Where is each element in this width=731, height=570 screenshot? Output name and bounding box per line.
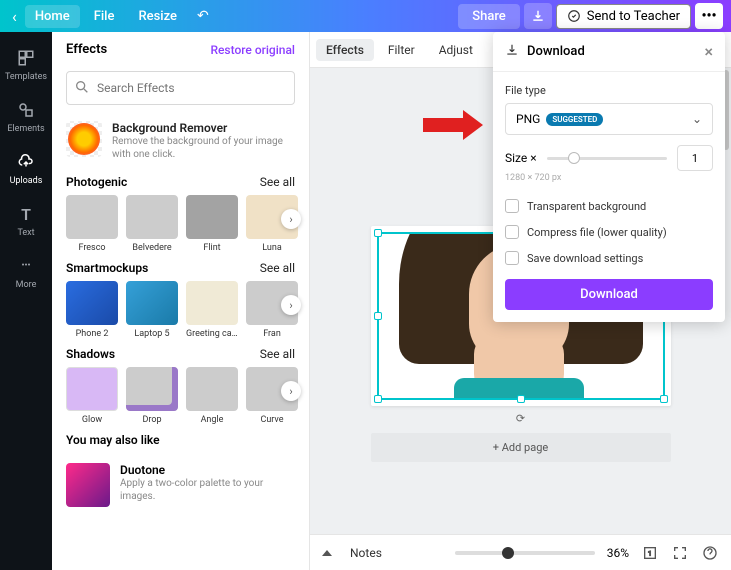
tab-filter[interactable]: Filter [378,39,425,61]
bgremover-thumb [66,121,102,157]
canvas-area: Effects Filter Adjust Cr ⟳ [310,32,731,570]
filetype-value: PNG [516,112,540,126]
scroll-right-icon[interactable]: › [281,209,301,229]
zoom-value: 36% [607,546,629,560]
file-button[interactable]: File [84,5,125,28]
back-icon[interactable]: ‹ [8,7,21,26]
rotate-icon[interactable]: ⟳ [371,412,671,425]
grid-view-icon[interactable]: 1 [641,545,659,561]
tab-effects[interactable]: Effects [316,39,374,61]
transparent-checkbox[interactable]: Transparent background [505,193,713,219]
download-button[interactable]: Download [505,279,713,310]
effect-item[interactable]: Flint [186,195,238,253]
save-settings-checkbox[interactable]: Save download settings [505,245,713,271]
shadows-title: Shadows [66,347,115,361]
send-to-teacher-button[interactable]: Send to Teacher [556,4,691,29]
restore-original-link[interactable]: Restore original [210,43,295,57]
shadow-item[interactable]: Angle [186,367,238,425]
notes-button[interactable]: Notes [350,546,382,560]
rail-more[interactable]: •••More [0,248,52,298]
uploads-icon [16,152,36,172]
shadow-item[interactable]: Drop [126,367,178,425]
youmay-title: You may also like [66,433,160,447]
smartmockups-seeall[interactable]: See all [260,261,295,275]
rail-elements[interactable]: Elements [0,92,52,142]
rail-uploads[interactable]: Uploads [0,144,52,194]
add-page-button[interactable]: + Add page [371,433,671,462]
more-icon: ••• [16,256,36,276]
fullscreen-icon[interactable] [671,545,689,561]
suggested-badge: SUGGESTED [546,113,603,126]
shadow-item[interactable]: Glow [66,367,118,425]
search-icon [74,79,90,99]
shadows-seeall[interactable]: See all [260,347,295,361]
photogenic-seeall[interactable]: See all [260,175,295,189]
duotone-title: Duotone [120,463,295,477]
help-icon[interactable] [701,545,719,561]
compress-checkbox[interactable]: Compress file (lower quality) [505,219,713,245]
home-button[interactable]: Home [25,5,80,28]
effects-panel: Effects Restore original Background Remo… [52,32,310,570]
close-icon[interactable]: × [704,42,713,61]
size-input[interactable]: 1 [677,145,713,171]
size-label: Size × [505,151,537,165]
notes-toggle-icon[interactable] [322,550,332,556]
rail-text[interactable]: TText [0,196,52,246]
mockup-item[interactable]: Greeting car... [186,281,238,339]
download-panel: Download × File type PNG SUGGESTED ⌄ Siz… [493,32,725,322]
annotation-arrow [423,110,483,140]
tab-adjust[interactable]: Adjust [429,39,483,61]
photogenic-title: Photogenic [66,175,127,189]
mockup-item[interactable]: Laptop 5 [126,281,178,339]
chevron-down-icon: ⌄ [692,112,702,126]
text-icon: T [16,204,36,224]
download-icon [505,43,519,61]
download-icon[interactable] [524,3,552,29]
filetype-label: File type [505,84,713,97]
side-rail: Templates Elements Uploads TText •••More [0,32,52,570]
zoom-slider[interactable] [455,551,595,555]
bgremover-sub: Remove the background of your image with… [112,135,295,161]
filetype-select[interactable]: PNG SUGGESTED ⌄ [505,103,713,135]
duotone-sub: Apply a two-color palette to your images… [120,477,295,503]
elements-icon [16,100,36,120]
scroll-right-icon[interactable]: › [281,295,301,315]
size-slider[interactable] [547,157,667,160]
scroll-right-icon[interactable]: › [281,381,301,401]
search-input[interactable] [66,71,295,105]
rail-templates[interactable]: Templates [0,40,52,90]
svg-text:1: 1 [648,549,652,557]
background-remover[interactable]: Background Remover Remove the background… [52,115,309,171]
more-button[interactable]: ••• [695,3,723,29]
download-title: Download [527,44,585,59]
panel-title: Effects [66,42,107,57]
templates-icon [16,48,36,68]
share-button[interactable]: Share [458,4,520,29]
dimensions-text: 1280 × 720 px [505,173,713,183]
mockup-item[interactable]: Phone 2 [66,281,118,339]
effect-item[interactable]: Fresco [66,195,118,253]
duotone-thumb [66,463,110,507]
bgremover-title: Background Remover [112,121,295,135]
bottom-bar: Notes 36% 1 [310,534,731,570]
resize-button[interactable]: Resize [128,5,187,28]
duotone-item[interactable]: Duotone Apply a two-color palette to you… [52,457,309,513]
effect-item[interactable]: Belvedere [126,195,178,253]
smartmockups-title: Smartmockups [66,261,148,275]
send-label: Send to Teacher [587,9,680,24]
undo-icon[interactable]: ↶ [191,8,215,24]
